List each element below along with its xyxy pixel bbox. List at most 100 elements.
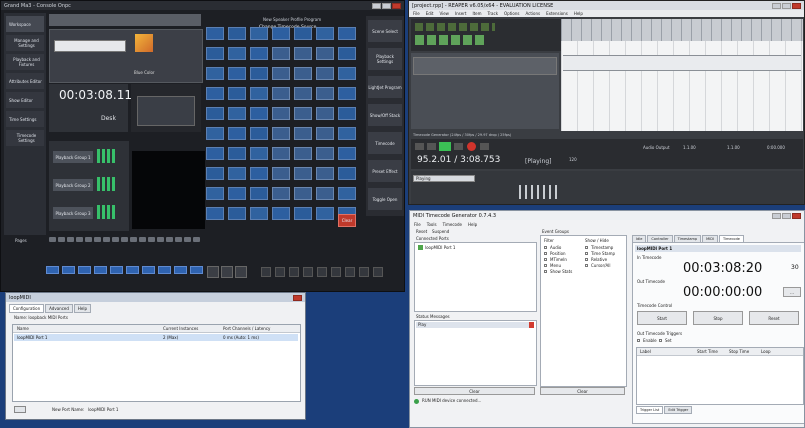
right-panel-button[interactable]: Preset Effect [368,160,402,182]
reaper-menu-item[interactable]: Help [574,11,583,16]
page-key[interactable] [148,237,155,242]
trigger-column-header[interactable]: Start Time [697,349,718,354]
executor-key[interactable] [126,266,139,274]
console-key[interactable] [206,107,224,120]
show-checkbox[interactable] [585,252,588,255]
console-key[interactable] [272,67,290,80]
console-key[interactable] [294,207,312,220]
sidebar-item[interactable]: Timecode Settings [6,130,44,146]
console-key[interactable] [338,187,356,200]
reaper-menu-item[interactable]: Edit [426,11,434,16]
timecode-control-button[interactable]: Start [637,311,687,325]
show-checkbox[interactable] [585,258,588,261]
sidebar-item[interactable]: Manage and Settings [6,35,44,51]
timecode-menu-item[interactable]: Timecode [443,222,462,227]
encoder-key[interactable] [331,267,341,277]
console-key[interactable] [272,147,290,160]
console-key[interactable] [250,187,268,200]
toolbar-icons-row2[interactable] [415,35,485,45]
loopmidi-column-header[interactable]: Current Instances [163,326,198,331]
executor-key[interactable] [190,266,203,274]
right-panel-button[interactable]: Scene Select [368,20,402,42]
loop-button[interactable] [480,143,489,150]
console-key[interactable] [272,87,290,100]
console-key[interactable] [338,47,356,60]
console-key[interactable] [250,207,268,220]
filter-checkbox[interactable] [544,252,547,255]
console-key[interactable] [338,107,356,120]
executor-extra-key[interactable] [207,266,219,278]
device-selector[interactable]: loopMIDI Port 1 [635,245,801,252]
sidebar-item[interactable]: Show Editor [6,92,44,108]
close-button[interactable] [792,2,801,9]
reaper-menu-item[interactable]: Item [472,11,481,16]
console-key[interactable] [316,27,334,40]
preset-thumbnail[interactable] [135,34,153,52]
playback-group-button[interactable]: Playback Group 3 [53,207,93,219]
encoder-key[interactable] [275,267,285,277]
trigger-bottom-tab[interactable]: Edit Trigger [664,406,693,414]
status-message-row[interactable] [416,322,529,328]
loopmidi-tab[interactable]: Advanced [45,304,73,313]
console-key[interactable] [228,87,246,100]
playing-dropdown[interactable]: Playing [413,175,475,182]
page-key[interactable] [103,237,110,242]
console-key[interactable] [250,47,268,60]
media-item[interactable] [563,55,801,71]
console-key[interactable] [294,107,312,120]
console-key[interactable] [206,147,224,160]
clear-right-button[interactable]: Clear [540,387,625,395]
reaper-menu-item[interactable]: Extensions [546,11,568,16]
reaper-menu-item[interactable]: Track [488,11,498,16]
page-key[interactable] [58,237,65,242]
console-key[interactable] [272,107,290,120]
trigger-bottom-tab[interactable]: Trigger List [636,406,664,414]
encoder-key[interactable] [289,267,299,277]
reset-button[interactable]: Reset [416,229,427,234]
executor-extra-key[interactable] [221,266,233,278]
filter-checkbox[interactable] [544,258,547,261]
sidebar-item[interactable]: Attributes Editor [6,73,44,89]
track-1[interactable] [413,57,557,75]
fader-box[interactable] [137,96,195,126]
minimize-button[interactable] [372,2,381,9]
stop-button[interactable] [427,143,436,150]
console-key[interactable] [206,127,224,140]
page-key[interactable] [157,237,164,242]
right-panel-button[interactable]: LightJet Program [368,76,402,98]
sidebar-item[interactable]: Workspace [6,16,44,32]
console-key[interactable] [338,87,356,100]
console-key[interactable] [316,87,334,100]
executor-key[interactable] [94,266,107,274]
trigger-column-header[interactable]: Loop [761,349,771,354]
console-key[interactable] [228,167,246,180]
timecode-menu-item[interactable]: File [414,222,421,227]
show-checkbox[interactable] [585,264,588,267]
page-key[interactable] [121,237,128,242]
page-key[interactable] [112,237,119,242]
console-key[interactable] [294,187,312,200]
page-key[interactable] [49,237,56,242]
page-key[interactable] [130,237,137,242]
console-key[interactable] [228,127,246,140]
right-panel-button[interactable]: Show/Off Stack [368,104,402,126]
console-key[interactable] [294,147,312,160]
maximize-button[interactable] [782,212,791,219]
encoder-key[interactable] [317,267,327,277]
right-panel-button[interactable]: Timecode [368,132,402,154]
reaper-menu-item[interactable]: Options [504,11,519,16]
console-key[interactable] [206,67,224,80]
console-key[interactable] [316,207,334,220]
console-key[interactable] [228,47,246,60]
executor-key[interactable] [78,266,91,274]
sidebar-item[interactable]: Playback and Fixtures [6,54,44,70]
console-key[interactable] [206,207,224,220]
console-key[interactable] [316,47,334,60]
console-key[interactable] [206,187,224,200]
executor-key[interactable] [142,266,155,274]
console-key[interactable] [338,167,356,180]
close-button[interactable] [392,2,401,9]
console-key[interactable] [206,87,224,100]
page-key[interactable] [67,237,74,242]
console-key[interactable] [228,67,246,80]
